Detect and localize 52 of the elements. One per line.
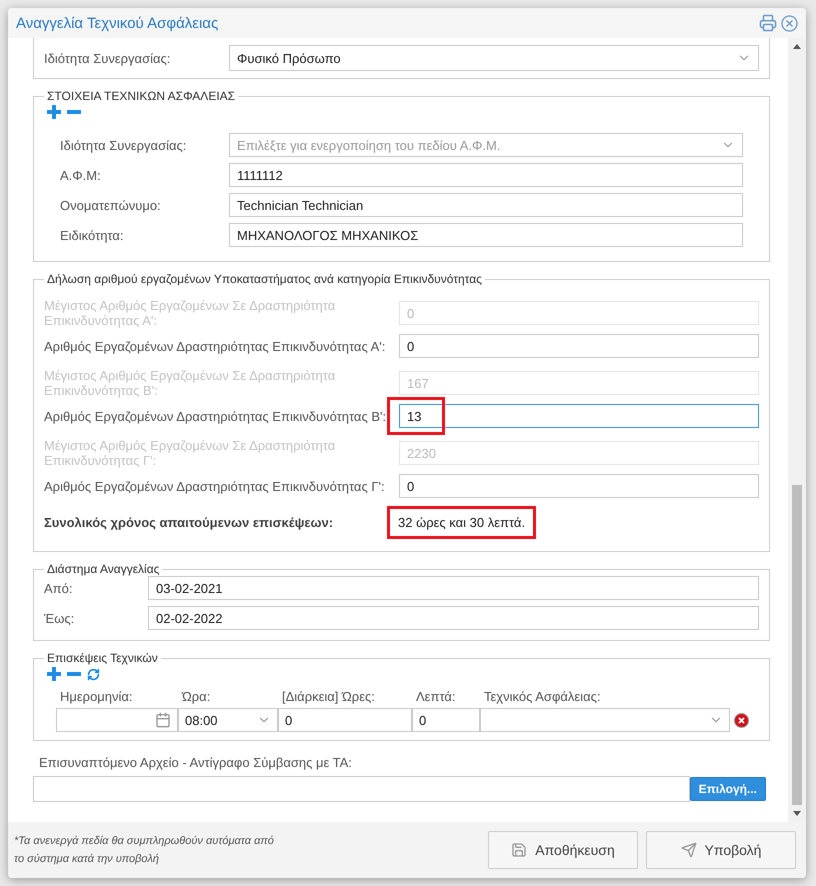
submit-button[interactable]: Υποβολή [646, 831, 796, 869]
section-legend: Δήλωση αριθμού εργαζομένων Υποκαταστήματος ανά κατηγορία Επικινδυνότητας [44, 272, 485, 286]
refresh-icon[interactable] [87, 668, 100, 680]
section-legend: ΣΤΟΙΧΕΙΑ ΤΕΧΝΙΚΩΝ ΑΣΦΑΛΕΙΑΣ [44, 89, 238, 103]
field-label: Αριθμός Εργαζομένων Δραστηριότητας Επικινδυνότητας Α': [44, 338, 386, 354]
field-label: Μέγιστος Αριθμός Εργαζομένων Σε Δραστηριότητα Επικινδυνότητας Β': [44, 368, 336, 398]
dialog-title: Αναγγελία Τεχνικού Ασφάλειας [16, 14, 220, 32]
close-icon[interactable] [781, 14, 798, 32]
field-label: Α.Φ.Μ: [60, 168, 101, 182]
select-field[interactable]: Φυσικό Πρόσωπο [229, 45, 759, 71]
column-label: Λεπτά: [415, 689, 457, 706]
time-select[interactable]: 08:00 [178, 708, 278, 732]
field-label: Από: [44, 580, 72, 596]
input-field[interactable]: Technician Technician [229, 193, 743, 217]
input-field[interactable]: 1111112 [229, 163, 743, 187]
section-legend: Επισκέψεις Τεχνικών [44, 651, 161, 665]
input-field[interactable]: 13 [399, 404, 759, 428]
input-field[interactable]: 0 [399, 334, 759, 358]
column-label: Τεχνικός Ασφάλειας: [483, 689, 602, 706]
total-value: 32 ώρες και 30 λεπτά. [387, 506, 536, 539]
input-field[interactable]: 0 [399, 474, 759, 498]
footer-note: *Τα ανενεργά πεδία θα συμπληρωθούν αυτόματα από το σύστημα κατά την υποβολή [14, 834, 275, 867]
input-field[interactable]: 03-02-2021 [148, 576, 759, 600]
input-field[interactable]: 02-02-2022 [148, 606, 759, 630]
field-label: Έως: [44, 610, 74, 626]
save-button[interactable]: Αποθήκευση [488, 831, 638, 869]
delete-icon[interactable] [734, 712, 749, 728]
column-label: Ώρα: [180, 689, 212, 706]
minutes-field[interactable]: 0 [412, 708, 480, 732]
total-label: Συνολικός χρόνος απαιτούμενων επισκέψεων: [44, 515, 334, 530]
field-label: Ονοματεπώνυμο: [60, 198, 161, 212]
hours-field[interactable]: 0 [278, 708, 412, 732]
field-label: Ιδιότητα Συνεργασίας: [44, 50, 170, 66]
field-label: Αριθμός Εργαζομένων Δραστηριότητας Επικινδυνότητας Γ': [44, 478, 385, 494]
field-label: Μέγιστος Αριθμός Εργαζομένων Σε Δραστηριότητα Επικινδυνότητας Α': [44, 298, 336, 328]
add-icon[interactable] [47, 105, 61, 119]
paper-plane-icon [680, 842, 697, 858]
file-field[interactable] [33, 776, 690, 802]
add-icon[interactable] [47, 667, 61, 681]
calendar-icon[interactable] [155, 712, 171, 728]
field-label: Μέγιστος Αριθμός Εργαζομένων Σε Δραστηριότητα Επικινδυνότητας Γ': [44, 438, 336, 468]
input-field[interactable]: ΜΗΧΑΝΟΛΟΓΟΣ ΜΗΧΑΝΙΚΟΣ [229, 223, 743, 247]
field-label: Αριθμός Εργαζομένων Δραστηριότητας Επικινδυνότητας Β': [44, 408, 386, 424]
column-label: [Διάρκεια] Ώρες: [281, 689, 376, 706]
scrollbar[interactable] [788, 38, 806, 822]
attachment-label: Επισυναπτόμενο Αρχείο - Αντίγραφο Σύμβασης με ΤΑ: [39, 755, 353, 770]
column-label: Ημερομηνία: [59, 689, 134, 706]
section-legend: Διάστημα Αναγγελίας [44, 562, 162, 576]
date-field[interactable] [56, 708, 178, 732]
field-label: Ιδιότητα Συνεργασίας: [60, 138, 186, 152]
print-icon[interactable] [759, 14, 777, 32]
field-label: Ειδικότητα: [60, 228, 124, 242]
